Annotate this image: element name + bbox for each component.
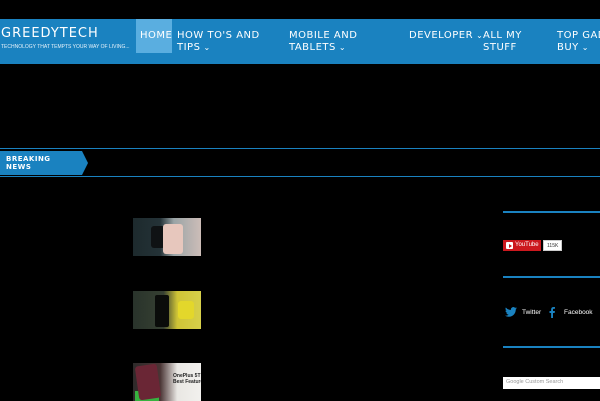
youtube-button[interactable]: YouTube: [503, 240, 541, 251]
thumbnail-caption: OnePlus 5T Best Features: [173, 373, 201, 385]
twitter-label: Twitter: [522, 309, 542, 316]
facebook-link[interactable]: Facebook: [548, 307, 600, 319]
sidebar-divider: [503, 211, 600, 213]
breaking-news-label: BREAKING NEWS: [0, 151, 88, 175]
site-title[interactable]: GREEDYTECH: [1, 27, 130, 41]
post-thumbnail-2[interactable]: [133, 291, 201, 329]
phone-image: [163, 224, 183, 254]
nav-item-label: ALL MY STUFF: [483, 30, 522, 53]
post-thumbnail-1[interactable]: [133, 218, 201, 256]
nav-item-mobile-tablets[interactable]: MOBILE AND TABLETS ⌄: [284, 19, 402, 64]
site-tagline: TECHNOLOGY THAT TEMPTS YOUR WAY OF LIVIN…: [1, 44, 130, 50]
sidebar-divider: [503, 276, 600, 278]
sidebar-divider: [503, 346, 600, 348]
phone-image: [155, 295, 169, 327]
youtube-play-icon: [506, 242, 513, 249]
top-navigation-bar: GREEDYTECH TECHNOLOGY THAT TEMPTS YOUR W…: [0, 19, 600, 64]
facebook-icon: [549, 307, 555, 318]
nav-item-label: HOW TO'S AND TIPS: [177, 30, 260, 53]
chevron-down-icon: ⌄: [338, 43, 347, 52]
nav-item-label: TOP GAD BUY: [557, 30, 600, 53]
nav-item-label: HOME: [140, 30, 173, 41]
search-placeholder: Google Custom Search: [506, 379, 564, 385]
twitter-link[interactable]: Twitter: [505, 307, 550, 319]
nav-item-all-my-stuff[interactable]: ALL MY STUFF: [478, 19, 548, 64]
post-thumbnail-3[interactable]: OnePlus 5T Best Features: [133, 363, 201, 401]
twitter-icon: [505, 307, 517, 317]
breaking-news-text: BREAKING NEWS: [6, 155, 51, 171]
breaking-news-top-rule: [0, 148, 600, 149]
nav-item-label: DEVELOPER: [409, 30, 474, 41]
youtube-subscriber-count: 115K: [543, 240, 563, 251]
chevron-down-icon: ⌄: [203, 43, 211, 52]
phone-image: [178, 301, 194, 319]
breaking-news-bottom-rule: [0, 176, 600, 177]
phone-image: [134, 363, 162, 401]
youtube-label: YouTube: [515, 241, 539, 248]
chevron-down-icon: ⌄: [581, 43, 589, 52]
nav-item-top-gadgets[interactable]: TOP GAD BUY⌄: [552, 19, 600, 64]
site-brand[interactable]: GREEDYTECH TECHNOLOGY THAT TEMPTS YOUR W…: [1, 27, 130, 51]
facebook-label: Facebook: [564, 309, 593, 316]
nav-item-home[interactable]: HOME: [136, 19, 172, 53]
search-input[interactable]: Google Custom Search: [503, 377, 600, 389]
nav-item-developer[interactable]: DEVELOPER ⌄: [404, 19, 483, 64]
nav-item-how-tos[interactable]: HOW TO'S AND TIPS ⌄: [172, 19, 282, 64]
nav-item-label: MOBILE AND TABLETS: [289, 30, 358, 53]
